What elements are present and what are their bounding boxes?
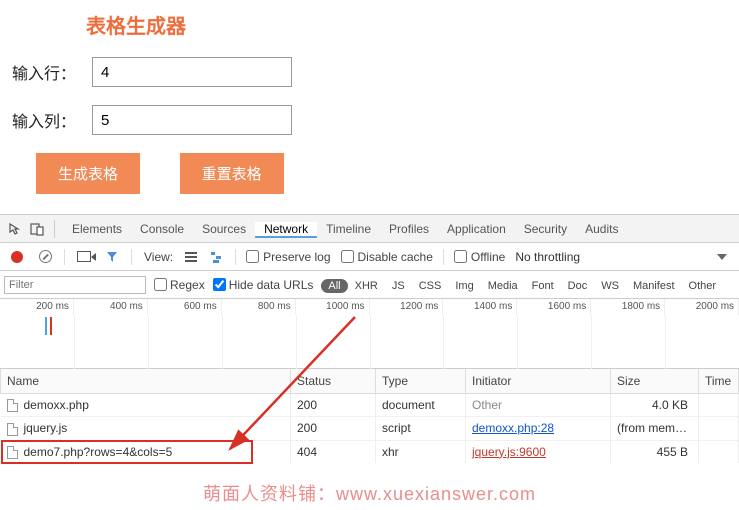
document-icon: [7, 399, 18, 412]
tab-network[interactable]: Network: [255, 222, 317, 238]
document-icon: [7, 446, 18, 459]
column-header[interactable]: Type: [376, 369, 466, 394]
chevron-down-icon[interactable]: [717, 254, 727, 260]
network-toolbar: View: Preserve log Disable cache Offline…: [0, 243, 739, 271]
filter-type-js[interactable]: JS: [385, 279, 412, 293]
table-row[interactable]: jquery.js200scriptdemoxx.php:28(from mem…: [1, 417, 739, 440]
divider: [131, 249, 132, 265]
tab-console[interactable]: Console: [131, 222, 193, 236]
filter-type-img[interactable]: Img: [448, 279, 480, 293]
timeline-label: 400 ms: [74, 299, 148, 315]
column-header[interactable]: Initiator: [466, 369, 611, 394]
timeline-label: 800 ms: [222, 299, 296, 315]
disable-cache-checkbox[interactable]: Disable cache: [341, 250, 433, 264]
view-flow-icon[interactable]: [209, 249, 225, 265]
regex-checkbox[interactable]: Regex: [154, 278, 205, 292]
divider: [443, 249, 444, 265]
network-filterbar: Regex Hide data URLs AllXHRJSCSSImgMedia…: [0, 271, 739, 299]
record-icon[interactable]: [8, 248, 26, 266]
tab-audits[interactable]: Audits: [576, 222, 627, 236]
table-row[interactable]: demo7.php?rows=4&cols=5404xhrjquery.js:9…: [1, 440, 739, 463]
timeline-label: 1400 ms: [443, 299, 517, 315]
cols-input[interactable]: [92, 105, 292, 135]
timeline-label: 1000 ms: [296, 299, 370, 315]
page-title: 表格生成器: [86, 10, 727, 39]
filter-type-xhr[interactable]: XHR: [348, 279, 385, 293]
column-header[interactable]: Name: [1, 369, 291, 394]
timeline-label: 600 ms: [148, 299, 222, 315]
tab-sources[interactable]: Sources: [193, 222, 255, 236]
timeline-label: 1800 ms: [591, 299, 665, 315]
filter-type-ws[interactable]: WS: [594, 279, 626, 293]
timeline-label: 1600 ms: [517, 299, 591, 315]
devtools-tabs: ElementsConsoleSourcesNetworkTimelinePro…: [0, 215, 739, 243]
offline-checkbox[interactable]: Offline: [454, 250, 505, 264]
filter-type-media[interactable]: Media: [481, 279, 525, 293]
reset-button[interactable]: 重置表格: [180, 153, 284, 194]
document-icon: [7, 423, 18, 436]
view-list-icon[interactable]: [183, 249, 199, 265]
filter-type-manifest[interactable]: Manifest: [626, 279, 682, 293]
divider: [54, 220, 55, 238]
column-header[interactable]: Size: [611, 369, 699, 394]
generate-button[interactable]: 生成表格: [36, 153, 140, 194]
cols-label: 输入列：: [12, 108, 92, 132]
rows-label: 输入行：: [12, 60, 92, 84]
column-header[interactable]: Time: [699, 369, 739, 394]
camera-icon[interactable]: [75, 248, 93, 266]
inspect-icon[interactable]: [6, 220, 24, 238]
tab-security[interactable]: Security: [515, 222, 576, 236]
preserve-log-checkbox[interactable]: Preserve log: [246, 250, 330, 264]
rows-input[interactable]: [92, 57, 292, 87]
tab-elements[interactable]: Elements: [63, 222, 131, 236]
tab-profiles[interactable]: Profiles: [380, 222, 438, 236]
initiator-link[interactable]: demoxx.php:28: [472, 421, 554, 435]
filter-type-all[interactable]: All: [321, 279, 347, 293]
device-icon[interactable]: [28, 220, 46, 238]
filter-input[interactable]: [4, 276, 146, 294]
initiator-link: Other: [472, 398, 502, 412]
throttling-select[interactable]: No throttling: [515, 250, 580, 264]
clear-icon[interactable]: [36, 248, 54, 266]
tab-application[interactable]: Application: [438, 222, 515, 236]
filter-type-css[interactable]: CSS: [412, 279, 449, 293]
tab-timeline[interactable]: Timeline: [317, 222, 380, 236]
timeline-label: 2000 ms: [665, 299, 739, 315]
timeline-label: 200 ms: [0, 299, 74, 315]
watermark-text: 萌面人资料铺：www.xuexianswer.com: [0, 480, 739, 506]
filter-type-other[interactable]: Other: [682, 279, 724, 293]
column-header[interactable]: Status: [291, 369, 376, 394]
timeline-label: 1200 ms: [370, 299, 444, 315]
initiator-link[interactable]: jquery.js:9600: [472, 445, 546, 459]
view-label: View:: [144, 250, 173, 264]
filter-type-doc[interactable]: Doc: [561, 279, 595, 293]
hide-data-urls-checkbox[interactable]: Hide data URLs: [213, 278, 314, 292]
table-row[interactable]: demoxx.php200documentOther4.0 KB: [1, 394, 739, 417]
divider: [235, 249, 236, 265]
network-timeline[interactable]: 200 ms400 ms600 ms800 ms1000 ms1200 ms14…: [0, 299, 739, 369]
filter-icon[interactable]: [103, 248, 121, 266]
network-table: NameStatusTypeInitiatorSizeTime demoxx.p…: [0, 369, 739, 463]
divider: [64, 249, 65, 265]
filter-type-font[interactable]: Font: [525, 279, 561, 293]
